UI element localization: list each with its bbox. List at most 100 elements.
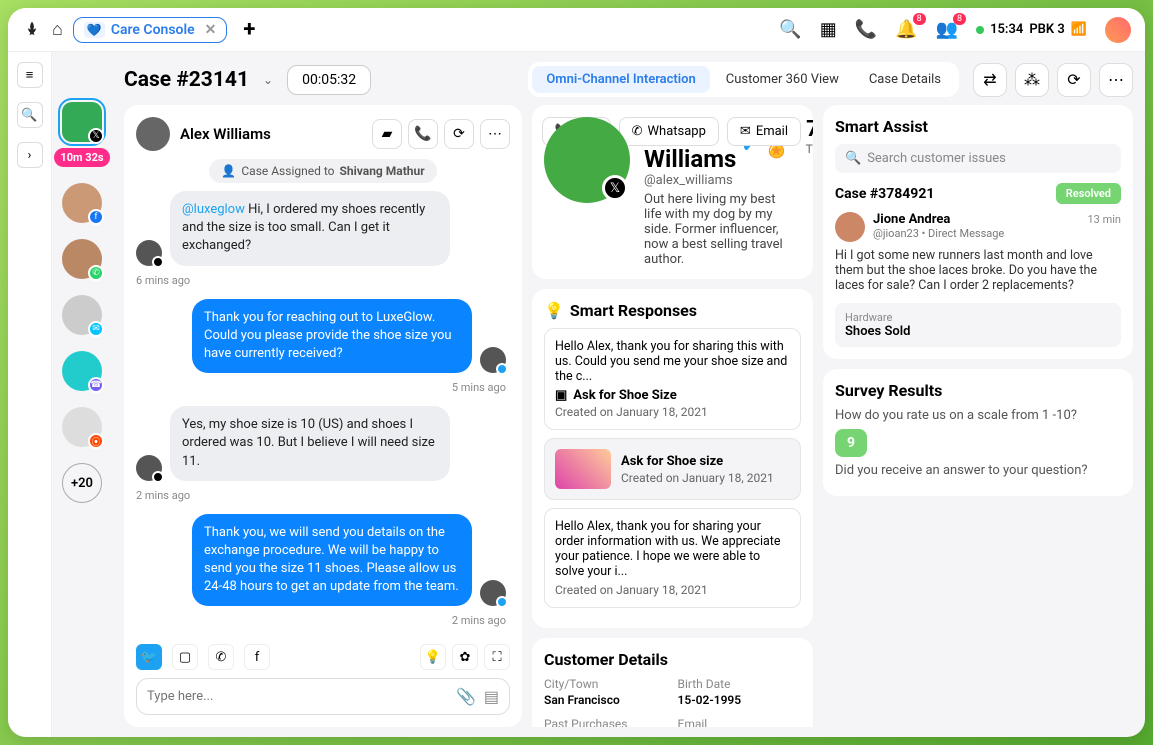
email-button[interactable]: ✉ Email [727, 117, 801, 146]
fullscreen-icon[interactable]: ⛶ [484, 644, 510, 670]
profile-avatar: 𝕏 [544, 117, 630, 203]
assist-user: Jione Andrea [873, 212, 1004, 227]
channel-facebook[interactable]: f [244, 644, 270, 670]
expand-icon[interactable]: › [17, 142, 43, 168]
twitter-icon: 𝕏 [88, 128, 104, 144]
app-logo [22, 20, 42, 40]
survey-panel: Survey Results How do you rate us on a s… [823, 369, 1133, 496]
left-rail: ≡ 🔍 › [8, 52, 52, 737]
case-timer-badge: 10m 32s [54, 148, 109, 167]
survey-rating: 9 [835, 429, 867, 457]
message-ts: 2 mins ago [136, 614, 506, 627]
tab-omni-channel[interactable]: Omni-Channel Interaction [532, 66, 709, 93]
bulb-icon: 💡 [544, 301, 564, 320]
queue-item-active[interactable]: 𝕏 [62, 102, 102, 142]
doc-icon: ▣ [555, 388, 567, 403]
response-item[interactable]: Hello Alex, thank you for sharing your o… [544, 508, 801, 608]
status-pill[interactable]: 15:34 PBK 3 📶 [976, 22, 1087, 37]
channel-sms[interactable]: ▢ [172, 644, 198, 670]
queue-item[interactable]: ☎ [62, 351, 102, 391]
chat-panel: Alex Williams ▰ 📞 ⟳ ⋯ 👤 Case Assigned to… [124, 105, 522, 727]
chevron-down-icon[interactable]: ⌄ [263, 73, 273, 87]
messenger-icon: ✉ [88, 321, 104, 337]
chat-more-icon[interactable]: ⋯ [480, 119, 510, 149]
magic-icon[interactable]: ⁂ [1015, 63, 1049, 97]
status-dot [976, 26, 984, 34]
profile-card: 📞 Call ✆ Whatsapp ✉ Email 𝕏 Alex William… [532, 105, 813, 279]
message-composer: 📎 ▤ [136, 678, 510, 715]
customer-avatar [136, 117, 170, 151]
detail-dob: 15-02-1995 [678, 693, 802, 707]
case-header: Case #23141 ⌄ 00:05:32 Omni-Channel Inte… [124, 62, 1133, 97]
refresh-icon[interactable]: ⟳ [1057, 63, 1091, 97]
tab-case-details[interactable]: Case Details [855, 66, 955, 93]
stat-tweets: 708 [806, 117, 813, 142]
reddit-icon: ⦿ [88, 433, 104, 449]
assignee-name: Shivang Mathur [340, 164, 425, 178]
bulb-icon[interactable]: 💡 [420, 644, 446, 670]
tab-customer-360[interactable]: Customer 360 View [712, 66, 853, 93]
agent-avatar [480, 347, 506, 373]
whatsapp-icon: ✆ [88, 265, 104, 281]
search-icon[interactable]: 🔍 [779, 19, 801, 40]
view-tabs: Omni-Channel Interaction Customer 360 Vi… [528, 62, 959, 97]
customer-details-panel: Customer Details City/TownSan Francisco … [532, 638, 813, 727]
message-ts: 2 mins ago [136, 489, 506, 502]
response-item[interactable]: Ask for Shoe size Created on January 18,… [544, 438, 801, 500]
message-input[interactable] [147, 689, 448, 704]
channel-twitter[interactable]: 🐦 [136, 644, 162, 670]
profile-handle: @alex_williams [644, 173, 792, 188]
facebook-icon: f [88, 209, 104, 225]
call-icon[interactable]: 📞 [408, 119, 438, 149]
reload-icon[interactable]: ⟳ [444, 119, 474, 149]
detail-city: San Francisco [544, 693, 668, 707]
new-tab-button[interactable]: + [243, 17, 255, 42]
message-out: Thank you, we will send you details on t… [192, 514, 472, 607]
message-in: Yes, my shoe size is 10 (US) and shoes I… [170, 406, 450, 481]
queue-item[interactable]: f [62, 183, 102, 223]
more-icon[interactable]: ⋯ [1099, 63, 1133, 97]
topbar: ⌂ 💙 Care Console ✕ + 🔍 ▦ 📞 🔔8 👥8 15:34 P… [8, 8, 1145, 52]
assist-body: Hi I got some new runners last month and… [835, 248, 1121, 293]
profile-bio: Out here living my best life with my dog… [644, 192, 792, 267]
msg-avatar [136, 455, 162, 481]
clock-time: 15:34 [990, 22, 1023, 37]
case-title: Case #23141 [124, 68, 249, 92]
transfer-icon[interactable]: ⇄ [973, 63, 1007, 97]
assist-tag: Hardware Shoes Sold [835, 303, 1121, 347]
user-avatar[interactable] [1105, 17, 1131, 43]
phone-icon[interactable]: 📞 [855, 19, 877, 40]
response-thumb [555, 449, 611, 489]
smart-assist-panel: Smart Assist 🔍Search customer issues Cas… [823, 105, 1133, 359]
message-out: Thank you for reaching out to LuxeGlow. … [192, 299, 472, 374]
menu-icon[interactable]: ≡ [17, 62, 43, 88]
survey-q1: How do you rate us on a scale from 1 -10… [835, 408, 1121, 423]
network-label: PBK 3 [1029, 22, 1065, 37]
assist-time: 13 min [1088, 213, 1122, 226]
rail-search-icon[interactable]: 🔍 [17, 102, 43, 128]
whatsapp-button[interactable]: ✆ Whatsapp [619, 117, 719, 146]
channel-whatsapp[interactable]: ✆ [208, 644, 234, 670]
assist-search[interactable]: 🔍Search customer issues [835, 144, 1121, 173]
video-icon[interactable]: ▰ [372, 119, 402, 149]
response-item[interactable]: Hello Alex, thank you for sharing this w… [544, 328, 801, 430]
heart-icon: 💙 [84, 22, 105, 38]
leaf-icon[interactable]: ✿ [452, 644, 478, 670]
tab-label: Care Console [111, 22, 195, 38]
queue-more-button[interactable]: +20 [62, 463, 102, 503]
close-icon[interactable]: ✕ [205, 22, 217, 38]
apps-icon[interactable]: ▦ [820, 19, 837, 40]
search-icon: 🔍 [845, 151, 861, 166]
attach-icon[interactable]: 📎 [456, 687, 476, 706]
msg-avatar [136, 240, 162, 266]
tab-care-console[interactable]: 💙 Care Console ✕ [73, 17, 227, 43]
template-icon[interactable]: ▤ [484, 687, 499, 706]
group-icon[interactable]: 👥8 [936, 19, 958, 40]
bell-icon[interactable]: 🔔8 [895, 19, 917, 40]
queue-item[interactable]: ✉ [62, 295, 102, 335]
home-icon[interactable]: ⌂ [52, 19, 63, 40]
message-in: @luxeglow Hi, I ordered my shoes recentl… [170, 191, 450, 266]
queue-item[interactable]: ✆ [62, 239, 102, 279]
queue-item[interactable]: ⦿ [62, 407, 102, 447]
agent-avatar [480, 580, 506, 606]
